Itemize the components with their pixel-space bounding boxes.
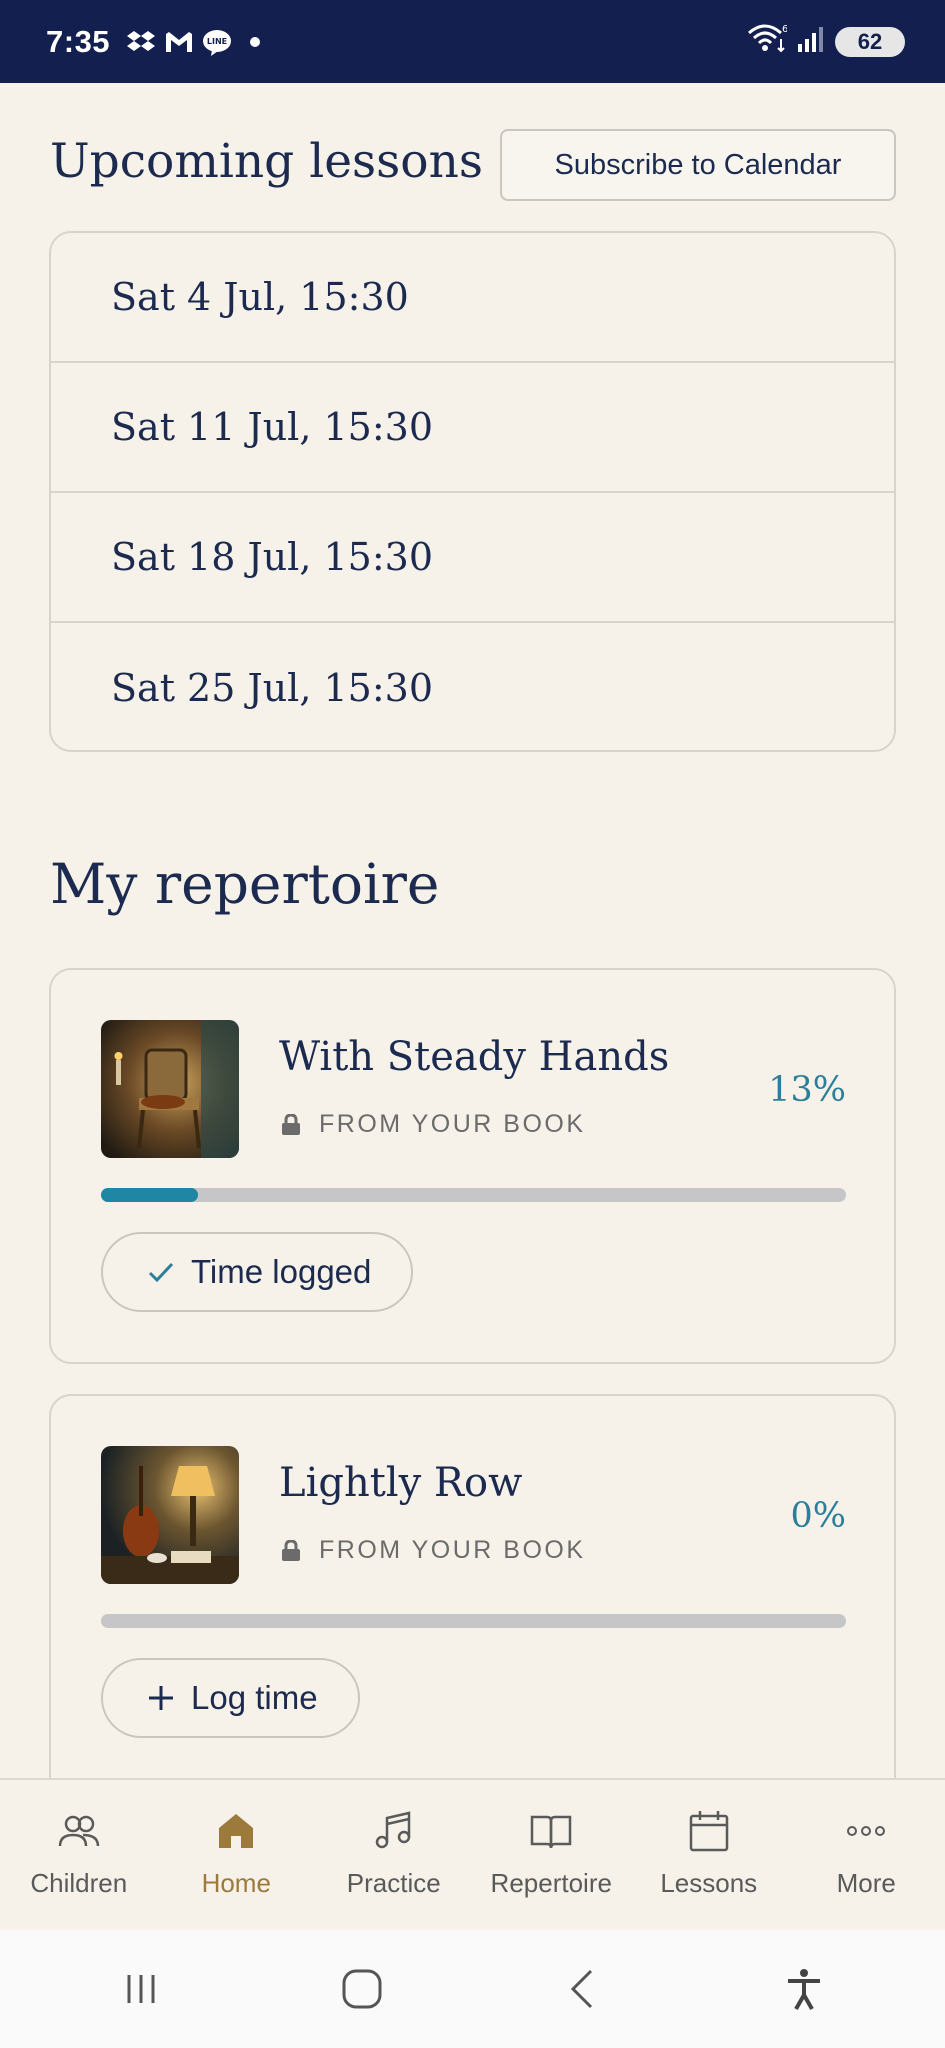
piece-progress-percent: 0%	[790, 1496, 846, 1536]
piece-progress-bar	[101, 1188, 846, 1202]
lesson-row[interactable]: Sat 4 Jul, 15:30	[51, 233, 894, 363]
calendar-icon	[689, 1811, 728, 1852]
nav-home-label: Home	[201, 1868, 271, 1898]
piece-source-label: FROM YOUR BOOK	[319, 1110, 586, 1138]
wifi-icon: 6	[747, 23, 788, 60]
lesson-row[interactable]: Sat 25 Jul, 15:30	[51, 623, 894, 750]
piece-title: With Steady Hands	[279, 1034, 670, 1080]
log-time-button[interactable]: Log time	[101, 1658, 360, 1738]
home-button-icon[interactable]	[338, 1965, 386, 2013]
upcoming-lessons-title: Upcoming lessons	[50, 134, 483, 189]
svg-text:LINE: LINE	[207, 37, 227, 46]
signal-icon	[797, 24, 825, 59]
recent-apps-icon[interactable]	[117, 1965, 165, 2013]
music-note-icon	[375, 1811, 410, 1849]
piece-progress-bar	[101, 1614, 846, 1628]
plus-icon	[149, 1686, 173, 1710]
svg-text:6: 6	[782, 24, 787, 35]
people-icon	[58, 1815, 99, 1847]
status-time: 7:35	[46, 23, 111, 59]
lock-icon	[282, 1539, 300, 1561]
time-logged-label: Time logged	[191, 1253, 372, 1290]
check-icon	[148, 1262, 174, 1283]
accessibility-icon[interactable]	[780, 1965, 828, 2013]
nav-repertoire[interactable]: Repertoire	[473, 1780, 631, 1930]
log-time-label: Log time	[191, 1679, 318, 1716]
dot-icon	[240, 27, 270, 57]
piece-progress-percent: 13%	[768, 1070, 846, 1110]
system-nav-bar	[0, 1930, 945, 2048]
nav-children-label: Children	[30, 1868, 128, 1898]
piece-thumbnail	[101, 1020, 239, 1158]
status-bar: 7:35 LINE 6 62	[0, 0, 945, 83]
lock-icon	[282, 1113, 300, 1135]
piece-card[interactable]: Lightly Row FROM YOUR BOOK 0% Log time	[49, 1394, 896, 1794]
subscribe-calendar-button[interactable]: Subscribe to Calendar	[500, 129, 896, 201]
nav-lessons-label: Lessons	[660, 1868, 758, 1898]
lesson-row[interactable]: Sat 18 Jul, 15:30	[51, 493, 894, 623]
piece-source-label: FROM YOUR BOOK	[319, 1536, 586, 1564]
piece-card[interactable]: With Steady Hands FROM YOUR BOOK 13% Tim…	[49, 968, 896, 1364]
nav-lessons[interactable]: Lessons	[630, 1780, 788, 1930]
gmail-icon	[164, 27, 194, 57]
notification-icons: LINE	[126, 27, 270, 57]
nav-practice[interactable]: Practice	[315, 1780, 473, 1930]
battery-icon: 62	[835, 26, 905, 57]
home-icon	[219, 1814, 254, 1848]
piece-source: FROM YOUR BOOK	[281, 1110, 586, 1139]
nav-more[interactable]: More	[788, 1780, 945, 1930]
lesson-row[interactable]: Sat 11 Jul, 15:30	[51, 363, 894, 493]
piece-thumbnail	[101, 1446, 239, 1584]
nav-children[interactable]: Children	[0, 1780, 158, 1930]
piece-source: FROM YOUR BOOK	[281, 1536, 586, 1565]
bottom-nav: Children Home Practice Repertoire Lesson…	[0, 1778, 945, 1930]
dropbox-icon	[126, 27, 156, 57]
book-icon	[531, 1815, 572, 1849]
time-logged-button[interactable]: Time logged	[101, 1232, 414, 1312]
more-icon	[847, 1826, 886, 1836]
upcoming-lessons-list: Sat 4 Jul, 15:30 Sat 11 Jul, 15:30 Sat 1…	[49, 231, 896, 752]
nav-practice-label: Practice	[346, 1868, 441, 1898]
nav-more-label: More	[836, 1868, 896, 1898]
battery-level: 62	[857, 28, 883, 54]
repertoire-title: My repertoire	[50, 852, 440, 916]
line-icon: LINE	[202, 27, 232, 57]
nav-repertoire-label: Repertoire	[490, 1868, 612, 1898]
piece-title: Lightly Row	[279, 1460, 523, 1506]
nav-home[interactable]: Home	[158, 1780, 316, 1930]
piece-progress-fill	[101, 1188, 198, 1202]
back-icon[interactable]	[559, 1965, 607, 2013]
status-right: 6 62	[747, 23, 905, 60]
